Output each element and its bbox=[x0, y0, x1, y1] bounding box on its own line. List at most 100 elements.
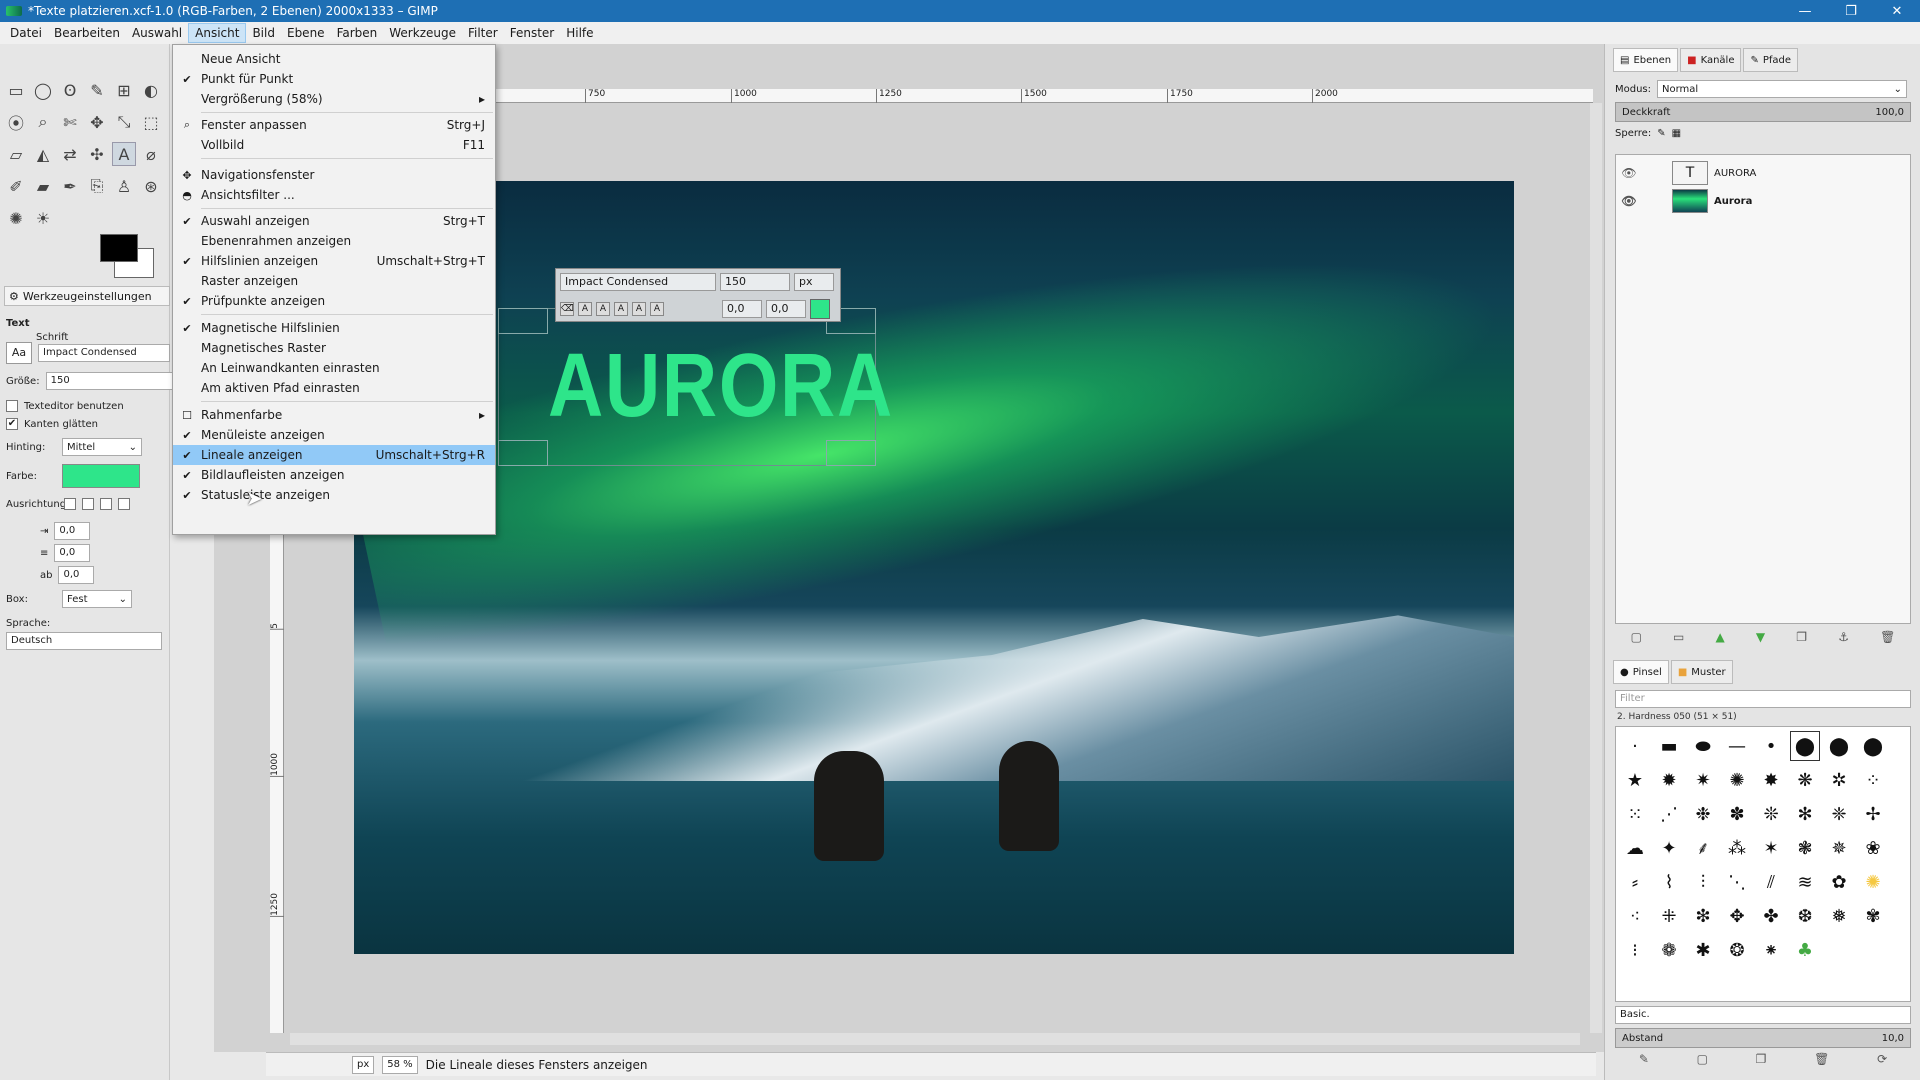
perspective-tool-icon[interactable]: ▱ bbox=[4, 142, 28, 166]
close-button[interactable]: ✕ bbox=[1874, 0, 1920, 22]
tab-pinsel[interactable]: ● Pinsel bbox=[1613, 660, 1669, 684]
brush-item[interactable]: ✤ bbox=[1756, 901, 1786, 931]
justify-center-icon[interactable] bbox=[100, 498, 112, 510]
menu-datei[interactable]: Datei bbox=[4, 23, 48, 43]
line-spacing-input[interactable]: 0,0 bbox=[54, 544, 91, 562]
brush-item[interactable]: ≋ bbox=[1790, 867, 1820, 897]
fg-bg-colors[interactable] bbox=[100, 234, 156, 282]
smudge-tool-icon[interactable]: ⊛ bbox=[139, 174, 163, 198]
justify-right-icon[interactable] bbox=[82, 498, 94, 510]
brush-item[interactable]: ⁙ bbox=[1620, 799, 1650, 829]
tab-pfade[interactable]: ✎ Pfade bbox=[1743, 48, 1799, 72]
status-zoom-select[interactable]: 58 % bbox=[382, 1055, 418, 1074]
opacity-slider[interactable]: Deckkraft 100,0 bbox=[1615, 102, 1911, 122]
brush-item[interactable]: ✸ bbox=[1756, 765, 1786, 795]
ellipse-select-tool-icon[interactable]: ◯ bbox=[31, 78, 55, 102]
antialias-checkbox[interactable]: ✔ bbox=[6, 418, 18, 430]
justify-fill-icon[interactable] bbox=[118, 498, 130, 510]
brush-item[interactable]: ❆ bbox=[1790, 901, 1820, 931]
menu-hilfe[interactable]: Hilfe bbox=[560, 23, 599, 43]
menu-item-ebenenrahmen[interactable]: Ebenenrahmen anzeigen bbox=[173, 231, 495, 251]
brush-item[interactable]: ❅ bbox=[1824, 901, 1854, 931]
clone-tool-icon[interactable]: ⎘ bbox=[85, 174, 109, 198]
tt-size-input[interactable]: 150 bbox=[720, 273, 790, 291]
image-canvas[interactable] bbox=[354, 181, 1514, 954]
brush-item[interactable]: ⬤ bbox=[1858, 731, 1888, 761]
brush-item[interactable]: ⸗ bbox=[1620, 867, 1650, 897]
brush-item[interactable]: ✾ bbox=[1858, 901, 1888, 931]
brush-item[interactable]: ✲ bbox=[1824, 765, 1854, 795]
resize-handle[interactable] bbox=[498, 440, 548, 466]
duplicate-brush-icon[interactable]: ❐ bbox=[1756, 1052, 1767, 1066]
justify-left-icon[interactable] bbox=[64, 498, 76, 510]
brush-item[interactable]: ♣ bbox=[1790, 935, 1820, 965]
flip-tool-icon[interactable]: ⇄ bbox=[58, 142, 82, 166]
menu-item-leinwandkanten[interactable]: An Leinwandkanten einrasten bbox=[173, 358, 495, 378]
move-tool-icon[interactable]: ✥ bbox=[85, 110, 109, 134]
brush-item-selected[interactable]: ⬤ bbox=[1790, 731, 1820, 761]
brush-item[interactable]: ✢ bbox=[1858, 799, 1888, 829]
menu-item-lineale[interactable]: ✔ Lineale anzeigen Umschalt+Strg+R bbox=[173, 445, 495, 465]
new-layer-group-icon[interactable]: ▭ bbox=[1673, 630, 1684, 644]
menu-item-punkt-fuer-punkt[interactable]: ✔ Punkt für Punkt bbox=[173, 69, 495, 89]
brush-item[interactable]: ❁ bbox=[1654, 935, 1684, 965]
brush-item[interactable]: ⸙ bbox=[1688, 833, 1718, 863]
tt-baseline-input[interactable]: 0,0 bbox=[722, 300, 762, 318]
color-select-tool-icon[interactable]: ⊞ bbox=[112, 78, 136, 102]
brush-item[interactable]: ★ bbox=[1620, 765, 1650, 795]
menu-item-bildlaufleisten[interactable]: ✔ Bildlaufleisten anzeigen bbox=[173, 465, 495, 485]
brush-item[interactable]: ❉ bbox=[1688, 799, 1718, 829]
visibility-eye-icon[interactable]: 👁 bbox=[1616, 194, 1642, 208]
brush-item[interactable]: ✹ bbox=[1654, 765, 1684, 795]
duplicate-layer-icon[interactable]: ❐ bbox=[1796, 630, 1807, 644]
texteditor-checkbox[interactable] bbox=[6, 400, 18, 412]
font-preview-icon[interactable]: Aa bbox=[6, 342, 32, 364]
brush-item[interactable]: ▬ bbox=[1654, 731, 1684, 761]
menu-ansicht[interactable]: Ansicht bbox=[188, 23, 247, 43]
menu-item-statusleiste[interactable]: ✔ Statusleiste anzeigen bbox=[173, 485, 495, 505]
brush-item[interactable]: ❇ bbox=[1688, 901, 1718, 931]
menu-fenster[interactable]: Fenster bbox=[504, 23, 561, 43]
brush-item[interactable]: · bbox=[1620, 731, 1650, 761]
brush-item[interactable]: ✥ bbox=[1722, 901, 1752, 931]
brush-item[interactable]: ⁖ bbox=[1620, 901, 1650, 931]
letter-spacing-input[interactable]: 0,0 bbox=[58, 566, 95, 584]
text-tool-icon[interactable]: A bbox=[112, 142, 136, 166]
raise-layer-icon[interactable]: ▲ bbox=[1716, 630, 1725, 644]
brush-item[interactable]: ⬬ bbox=[1688, 731, 1718, 761]
visibility-eye-icon[interactable]: 👁 bbox=[1616, 166, 1642, 180]
brush-preset-select[interactable]: Basic. bbox=[1615, 1006, 1911, 1024]
brush-item[interactable]: ✿ bbox=[1824, 867, 1854, 897]
lock-alpha-icon[interactable]: ▦ bbox=[1672, 128, 1681, 139]
tt-font-input[interactable]: Impact Condensed bbox=[560, 273, 716, 291]
menu-item-hilfslinien[interactable]: ✔ Hilfslinien anzeigen Umschalt+Strg+T bbox=[173, 251, 495, 271]
box-select[interactable]: Fest ⌄ bbox=[62, 590, 132, 608]
delete-layer-icon[interactable]: 🗑 bbox=[1880, 630, 1895, 644]
brush-item[interactable]: ⁝ bbox=[1620, 935, 1650, 965]
spacing-slider[interactable]: Abstand 10,0 bbox=[1615, 1028, 1911, 1048]
foreground-color-swatch[interactable] bbox=[100, 234, 138, 262]
menu-item-fenster-anpassen[interactable]: ⌕ Fenster anpassen Strg+J bbox=[173, 115, 495, 135]
brush-item[interactable]: ☁ bbox=[1620, 833, 1650, 863]
menu-item-auswahl-anzeigen[interactable]: ✔ Auswahl anzeigen Strg+T bbox=[173, 211, 495, 231]
bucket-fill-tool-icon[interactable]: ⌀ bbox=[139, 142, 163, 166]
menu-item-vergroesserung[interactable]: Vergrößerung (58%) ▸ bbox=[173, 89, 495, 109]
menu-item-ansichtsfilter[interactable]: ◓ Ansichtsfilter ... bbox=[173, 185, 495, 205]
brush-item[interactable]: ❊ bbox=[1756, 799, 1786, 829]
paths-tool-icon[interactable]: ⦿ bbox=[4, 110, 28, 134]
tt-kerning-input[interactable]: 0,0 bbox=[766, 300, 806, 318]
measure-tool-icon[interactable]: ✄ bbox=[58, 110, 82, 134]
other-style-button[interactable]: A bbox=[650, 302, 664, 316]
layer-row-aurora-text[interactable]: 👁 T AURORA bbox=[1616, 159, 1910, 187]
aurora-text-layer[interactable]: AURORA bbox=[548, 335, 894, 438]
brush-item[interactable]: ⋱ bbox=[1722, 867, 1752, 897]
menu-ebene[interactable]: Ebene bbox=[281, 23, 331, 43]
brush-item[interactable]: ⌇ bbox=[1654, 867, 1684, 897]
layer-row-aurora-image[interactable]: 👁 Aurora bbox=[1616, 187, 1910, 215]
strikethrough-button[interactable]: A bbox=[632, 302, 646, 316]
vertical-scrollbar[interactable] bbox=[1590, 103, 1602, 1033]
anchor-layer-icon[interactable]: ⚓ bbox=[1838, 630, 1849, 644]
new-layer-icon[interactable]: ▢ bbox=[1631, 630, 1642, 644]
new-brush-icon[interactable]: ▢ bbox=[1697, 1052, 1708, 1066]
brush-item[interactable]: ✶ bbox=[1756, 833, 1786, 863]
